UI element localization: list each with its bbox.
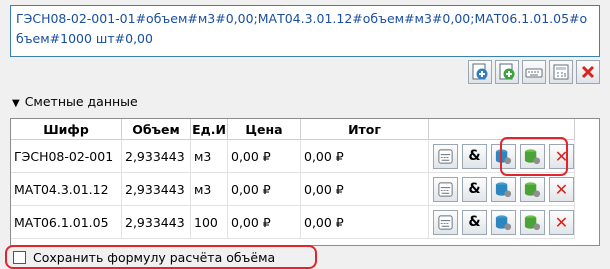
delete-icon[interactable]: ✕ [549,176,574,202]
delete-label: ✕ [554,212,569,232]
data-grid: Шифр Объем Ед.И Цена Итог ГЭСН08-02-001 … [10,118,600,246]
cell-price[interactable]: 0,00 ₽ [227,172,301,206]
keyboard-icon[interactable] [433,143,458,169]
ampersand-label: & [468,214,481,230]
ampersand-label: & [468,148,481,164]
col-header-actions [428,119,575,140]
collapse-arrow-icon[interactable]: ▼ [12,98,20,109]
keyboard-icon[interactable] [522,60,546,84]
cell-volume[interactable]: 2,933443 [121,172,191,206]
add-blue-icon[interactable] [468,60,492,84]
cell-total: 0,00 ₽ [300,139,429,173]
keyboard-icon[interactable] [433,209,458,235]
cell-unit[interactable]: 100 [190,205,228,239]
section-header[interactable]: ▼ Сметные данные [12,94,138,109]
ampersand-icon[interactable]: & [462,143,487,169]
toolbar [468,60,600,84]
database-blue-icon[interactable] [491,176,516,202]
row-actions: & ✕ [428,139,575,173]
cell-code[interactable]: МАТ04.3.01.12 [11,172,122,206]
database-green-icon[interactable] [520,176,545,202]
ampersand-label: & [468,181,481,197]
cell-volume[interactable]: 2,933443 [121,139,191,173]
cell-price[interactable]: 0,00 ₽ [227,139,301,173]
cell-unit[interactable]: м3 [190,139,228,173]
section-title: Сметные данные [24,94,138,109]
save-formula-label: Сохранить формулу расчёта объёма [33,249,276,265]
database-green-icon[interactable] [520,143,545,169]
keyboard-icon[interactable] [433,176,458,202]
add-green-icon[interactable] [495,60,519,84]
row-actions: & ✕ [428,172,575,206]
col-header-unit[interactable]: Ед.И [190,119,228,140]
delete-icon[interactable]: ✕ [549,209,574,235]
header-row: Шифр Объем Ед.И Цена Итог [11,119,575,140]
cell-total: 0,00 ₽ [300,172,429,206]
save-formula-checkbox[interactable] [13,250,26,264]
delete-label: ✕ [554,179,569,199]
database-blue-icon[interactable] [491,143,516,169]
cell-volume[interactable]: 2,933443 [121,205,191,239]
calculator-icon[interactable] [549,60,573,84]
table-row[interactable]: МАТ04.3.01.12 2,933443 м3 0,00 ₽ 0,00 ₽ … [11,172,575,206]
ampersand-icon[interactable]: & [462,176,487,202]
table-row[interactable]: ГЭСН08-02-001 2,933443 м3 0,00 ₽ 0,00 ₽ … [11,139,575,173]
table-row[interactable]: МАТ06.1.01.05 2,933443 100 0,00 ₽ 0,00 ₽… [11,205,575,239]
ampersand-icon[interactable]: & [462,209,487,235]
delete-icon[interactable] [576,60,600,84]
cell-price[interactable]: 0,00 ₽ [227,205,301,239]
grid-table: Шифр Объем Ед.И Цена Итог ГЭСН08-02-001 … [11,119,575,239]
col-header-code[interactable]: Шифр [11,119,122,140]
delete-label: ✕ [554,146,569,166]
cell-unit[interactable]: м3 [190,172,228,206]
database-green-icon[interactable] [520,209,545,235]
row-actions: & ✕ [428,205,575,239]
col-header-price[interactable]: Цена [227,119,301,140]
save-formula-row[interactable]: Сохранить формулу расчёта объёма [5,245,317,269]
database-blue-icon[interactable] [491,209,516,235]
formula-input[interactable]: ГЭСН08-02-001-01#объем#м3#0,00;МАТ04.3.0… [10,5,600,57]
col-header-volume[interactable]: Объем [121,119,191,140]
col-header-total[interactable]: Итог [300,119,429,140]
cell-code[interactable]: ГЭСН08-02-001 [11,139,122,173]
cell-code[interactable]: МАТ06.1.01.05 [11,205,122,239]
cell-total: 0,00 ₽ [300,205,429,239]
delete-icon[interactable]: ✕ [549,143,574,169]
